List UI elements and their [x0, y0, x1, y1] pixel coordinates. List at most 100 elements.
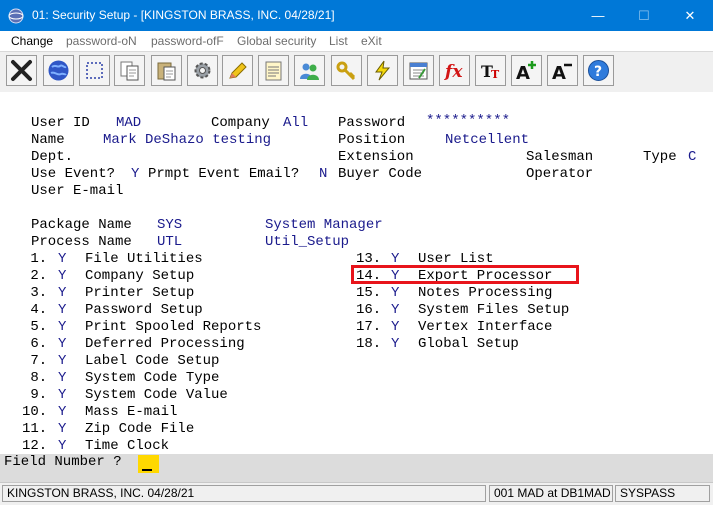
item-flag[interactable]: Y [58, 251, 66, 267]
item-flag[interactable]: Y [58, 387, 66, 403]
edit-icon[interactable] [222, 55, 253, 86]
item-number: 16. [356, 302, 382, 318]
globe-icon[interactable] [43, 55, 74, 86]
function-icon[interactable]: fx [439, 55, 470, 86]
item-flag[interactable]: Y [58, 268, 66, 284]
menu-password-off[interactable]: password-ofF [151, 34, 224, 48]
item-flag[interactable]: Y [58, 404, 66, 420]
lightning-icon[interactable] [367, 55, 398, 86]
item-flag[interactable]: Y [58, 302, 66, 318]
item-flag[interactable]: Y [58, 319, 66, 335]
terminal-screen: User ID MAD Company All Password *******… [0, 92, 713, 454]
process-value[interactable]: UTL [157, 234, 182, 250]
item-number: 18. [356, 336, 382, 352]
item-label: Time Clock [85, 438, 170, 454]
password-value[interactable]: ********** [426, 113, 510, 129]
item-number: 4. [22, 302, 48, 318]
dept-label: Dept. [31, 149, 74, 165]
calendar-icon[interactable] [403, 55, 434, 86]
item-label: Company Setup [85, 268, 195, 284]
status-company: KINGSTON BRASS, INC. 04/28/21 [2, 485, 486, 502]
process-label: Process Name [31, 234, 132, 250]
item-flag[interactable]: Y [58, 285, 66, 301]
menu-list[interactable]: List [329, 34, 348, 48]
company-value[interactable]: All [283, 115, 308, 131]
svg-text:A: A [516, 63, 530, 82]
toolbar: fx TT A A ? [0, 51, 713, 93]
menu-exit[interactable]: eXit [361, 34, 382, 48]
menu-bar: Change password-oN password-ofF Global s… [0, 31, 713, 51]
menu-password-on[interactable]: password-oN [66, 34, 137, 48]
users-icon[interactable] [294, 55, 325, 86]
name-value[interactable]: Mark DeShazo testing [103, 132, 271, 148]
paste-icon[interactable] [151, 55, 182, 86]
item-flag[interactable]: Y [391, 336, 399, 352]
password-label: Password [338, 115, 406, 131]
item-flag[interactable]: Y [58, 421, 66, 437]
item-number: 6. [22, 336, 48, 352]
settings-icon[interactable] [187, 55, 218, 86]
menu-change[interactable]: Change [11, 34, 53, 48]
item-flag[interactable]: Y [391, 319, 399, 335]
item-number: 11. [22, 421, 48, 437]
item-label: Print Spooled Reports [85, 319, 262, 335]
notes-icon[interactable] [258, 55, 289, 86]
title-bar: 01: Security Setup - [KINGSTON BRASS, IN… [0, 0, 713, 31]
user-id-value[interactable]: MAD [116, 115, 141, 131]
salesman-label: Salesman [526, 149, 594, 165]
minimize-button[interactable]: — [575, 0, 621, 31]
position-value[interactable]: Netcellent [445, 132, 529, 148]
item-label: Printer Setup [85, 285, 195, 301]
package-value[interactable]: SYS [157, 217, 182, 233]
process-description: Util_Setup [265, 234, 350, 250]
field-number-input[interactable] [138, 455, 159, 473]
prmpt-event-label: Prmpt Event Email? [148, 166, 300, 182]
font-icon[interactable]: TT [475, 55, 506, 86]
item-label: Mass E-mail [85, 404, 178, 420]
highlight-box [351, 265, 579, 284]
item-label: Deferred Processing [85, 336, 245, 352]
package-description: System Manager [265, 217, 383, 233]
position-label: Position [338, 132, 406, 148]
item-flag[interactable]: Y [391, 285, 399, 301]
status-session: 001 MAD at DB1MAD [489, 485, 613, 502]
maximize-button[interactable]: ☐ [621, 0, 667, 31]
key-icon[interactable] [331, 55, 362, 86]
copy-icon[interactable] [114, 55, 145, 86]
svg-text:A: A [552, 63, 566, 82]
user-email-label: User E-mail [31, 183, 124, 199]
item-label: Notes Processing [418, 285, 553, 301]
svg-text:?: ? [594, 64, 602, 80]
item-flag[interactable]: Y [58, 438, 66, 454]
increase-font-icon[interactable]: A [511, 55, 542, 86]
app-icon [8, 8, 24, 24]
item-label: Label Code Setup [85, 353, 220, 369]
prmpt-event-value[interactable]: N [319, 166, 327, 182]
item-label: Vertex Interface [418, 319, 553, 335]
status-bar: KINGSTON BRASS, INC. 04/28/21 001 MAD at… [0, 482, 713, 505]
item-flag[interactable]: Y [58, 336, 66, 352]
type-label: Type [643, 149, 677, 165]
decrease-font-icon[interactable]: A [547, 55, 578, 86]
svg-text:T: T [491, 68, 500, 81]
help-icon[interactable]: ? [583, 55, 614, 86]
close-icon[interactable] [6, 55, 37, 86]
item-number: 10. [22, 404, 48, 420]
item-label: System Code Type [85, 370, 220, 386]
menu-global-security[interactable]: Global security [237, 34, 316, 48]
item-label: Password Setup [85, 302, 203, 318]
field-prompt-bar: Field Number ? [0, 454, 713, 482]
extension-label: Extension [338, 149, 414, 165]
close-button[interactable]: ✕ [667, 0, 713, 31]
select-icon[interactable] [79, 55, 110, 86]
item-number: 2. [22, 268, 48, 284]
type-value[interactable]: C [688, 149, 696, 165]
item-flag[interactable]: Y [58, 370, 66, 386]
item-number: 7. [22, 353, 48, 369]
item-flag[interactable]: Y [391, 302, 399, 318]
item-flag[interactable]: Y [58, 353, 66, 369]
use-event-label: Use Event? [31, 166, 116, 182]
use-event-value[interactable]: Y [131, 166, 139, 182]
item-number: 12. [22, 438, 48, 454]
item-number: 17. [356, 319, 382, 335]
